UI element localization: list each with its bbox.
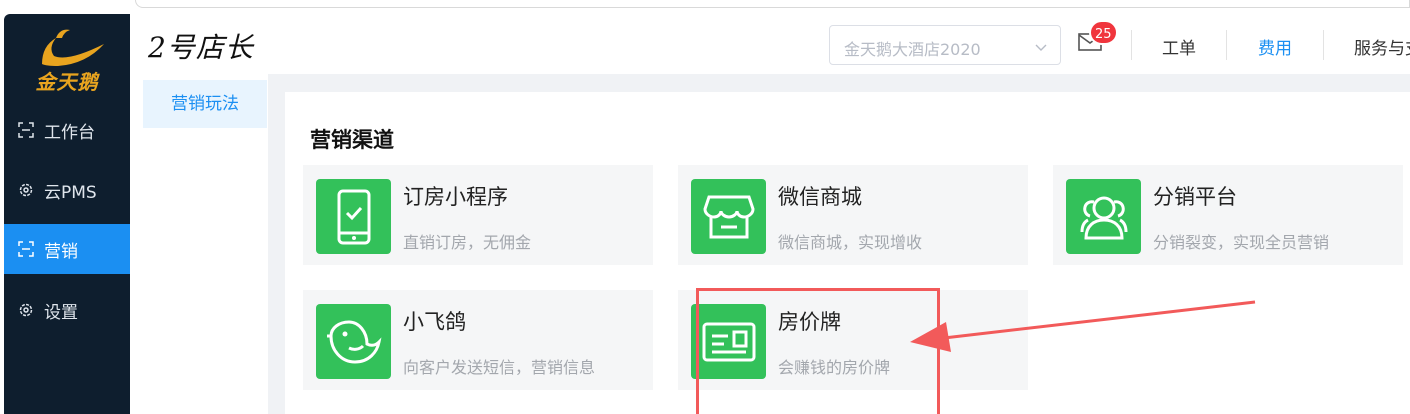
app-root: 金天鹅 工作台 云PMS 营销 设置 2号店长 金天鹅大酒店2020 25 工单… [0,0,1410,414]
red-arrow-icon [910,300,1256,352]
